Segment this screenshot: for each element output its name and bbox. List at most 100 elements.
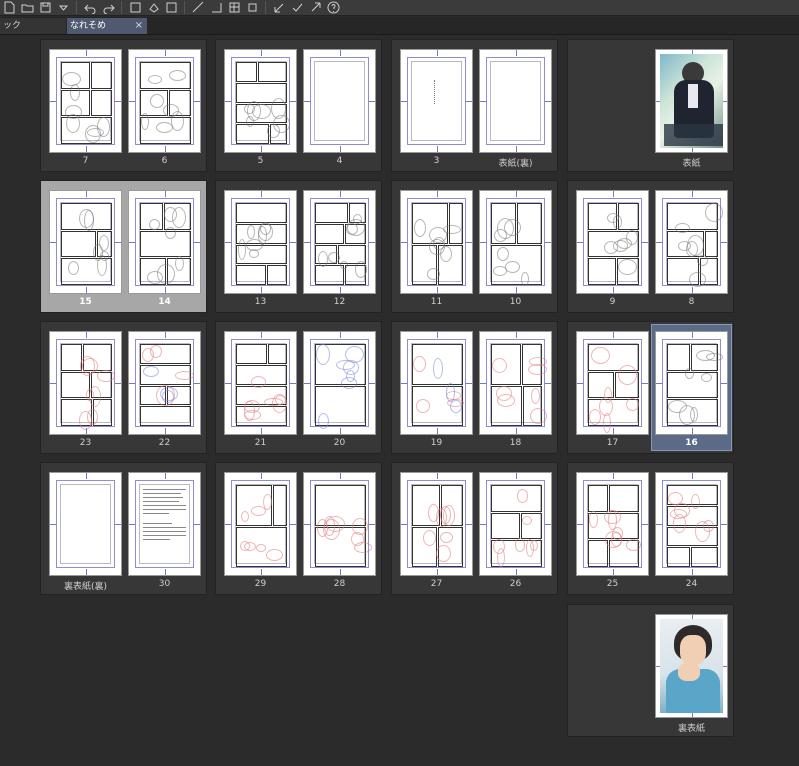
page-spread[interactable]: 11 10: [391, 180, 558, 313]
page-spread[interactable]: 98: [567, 180, 734, 313]
dropdown-arrow-icon[interactable]: [56, 1, 70, 14]
registration-mark: [401, 524, 407, 525]
snap-icon[interactable]: [209, 1, 223, 14]
registration-mark: [436, 50, 438, 56]
page-spread[interactable]: 15 14: [40, 180, 207, 313]
sketch-stroke: [605, 531, 622, 548]
page-thumbnail[interactable]: [479, 190, 552, 294]
sketch-stroke: [318, 413, 329, 429]
ruler-icon[interactable]: [191, 1, 205, 14]
page-spread[interactable]: 76: [40, 39, 207, 172]
redo-icon[interactable]: [101, 1, 115, 14]
page-thumbnail[interactable]: [479, 331, 552, 435]
registration-mark: [691, 569, 693, 575]
registration-mark: [721, 242, 727, 243]
page-thumbnail[interactable]: [479, 472, 552, 576]
registration-mark: [436, 146, 438, 152]
page-thumbnail[interactable]: [303, 472, 376, 576]
transform-icon[interactable]: [128, 1, 142, 14]
tab-naresome[interactable]: なれそめ ×: [67, 18, 147, 34]
page-spread[interactable]: 3 表紙(裏): [391, 39, 558, 172]
grid-icon[interactable]: [227, 1, 241, 14]
page-spread[interactable]: 表紙: [567, 39, 734, 172]
page-thumbnail[interactable]: [400, 331, 473, 435]
page-thumbnail[interactable]: [128, 49, 201, 153]
new-page-icon[interactable]: [2, 1, 16, 14]
page-thumbnail[interactable]: [128, 472, 201, 576]
comic-panel: [268, 344, 287, 364]
page-spread[interactable]: 裏表紙(裏) 30: [40, 462, 207, 595]
page-thumbnail[interactable]: [128, 190, 201, 294]
page-thumbnail[interactable]: [224, 331, 297, 435]
select-icon[interactable]: [164, 1, 178, 14]
arrow-in-icon[interactable]: [272, 1, 286, 14]
comic-panel: [667, 547, 690, 567]
sketch-stroke: [497, 247, 509, 261]
registration-mark: [721, 524, 727, 525]
page-thumbnail[interactable]: [576, 472, 649, 576]
page-thumbnail[interactable]: [400, 472, 473, 576]
registration-mark: [656, 242, 662, 243]
page-spread[interactable]: 13 12: [215, 180, 382, 313]
arrow-out-icon[interactable]: [308, 1, 322, 14]
open-folder-icon[interactable]: [20, 1, 34, 14]
save-icon[interactable]: [38, 1, 52, 14]
page-spread[interactable]: 23 22: [40, 321, 207, 454]
page-thumbnail[interactable]: [655, 614, 728, 718]
registration-mark: [85, 191, 87, 197]
sketch-stroke: [446, 383, 455, 402]
comic-panel: [236, 203, 287, 223]
page-thumbnail[interactable]: [576, 331, 649, 435]
page-spread[interactable]: 27 26: [391, 462, 558, 595]
page-thumbnail[interactable]: [224, 49, 297, 153]
registration-mark: [369, 524, 375, 525]
page-thumbnail[interactable]: [49, 331, 122, 435]
page-thumbnail[interactable]: [49, 190, 122, 294]
sketch-stroke: [531, 388, 540, 404]
page-thumbnail[interactable]: [303, 190, 376, 294]
check-icon[interactable]: [290, 1, 304, 14]
help-icon[interactable]: [326, 1, 340, 14]
comic-panel: [91, 62, 112, 89]
safe-frame: [490, 61, 541, 141]
page-thumbnail[interactable]: [303, 49, 376, 153]
tab-comic[interactable]: ック: [0, 18, 66, 34]
page-thumbnail[interactable]: [49, 49, 122, 153]
comic-panel: [315, 203, 348, 223]
sketch-stroke: [82, 358, 98, 374]
page-thumbnail[interactable]: [479, 49, 552, 153]
registration-mark: [691, 287, 693, 293]
page-spread[interactable]: 裏表紙: [567, 604, 734, 737]
page-thumbnail[interactable]: [128, 331, 201, 435]
close-icon[interactable]: ×: [135, 18, 143, 34]
page-thumbnail[interactable]: [303, 331, 376, 435]
sketch-stroke: [521, 272, 529, 286]
page-thumbnail[interactable]: [49, 472, 122, 576]
page-spread[interactable]: 17 16: [567, 321, 734, 454]
page-thumbnail[interactable]: [655, 331, 728, 435]
text-line: [143, 527, 186, 528]
page-spread[interactable]: 29 28: [215, 462, 382, 595]
page-spread[interactable]: 19 18: [391, 321, 558, 454]
page-thumbnail[interactable]: [400, 190, 473, 294]
registration-mark: [515, 473, 517, 479]
page-thumbnail[interactable]: [224, 190, 297, 294]
sketch-stroke: [626, 398, 639, 411]
safe-frame: [60, 484, 111, 564]
page-thumbnail[interactable]: [655, 190, 728, 294]
fill-icon[interactable]: [146, 1, 160, 14]
page-thumbnail[interactable]: [655, 49, 728, 153]
page-thumbnail[interactable]: [400, 49, 473, 153]
registration-mark: [577, 383, 583, 384]
square-icon[interactable]: [245, 1, 259, 14]
page-spread[interactable]: 25 24: [567, 462, 734, 595]
page-thumbnail[interactable]: [655, 472, 728, 576]
comic-panel: [236, 124, 269, 144]
sketch-stroke: [497, 548, 505, 567]
page-thumbnail[interactable]: [224, 472, 297, 576]
page-spread[interactable]: 21 20: [215, 321, 382, 454]
page-thumbnail[interactable]: [576, 190, 649, 294]
page-spread[interactable]: 54: [215, 39, 382, 172]
undo-icon[interactable]: [83, 1, 97, 14]
registration-mark: [115, 383, 121, 384]
